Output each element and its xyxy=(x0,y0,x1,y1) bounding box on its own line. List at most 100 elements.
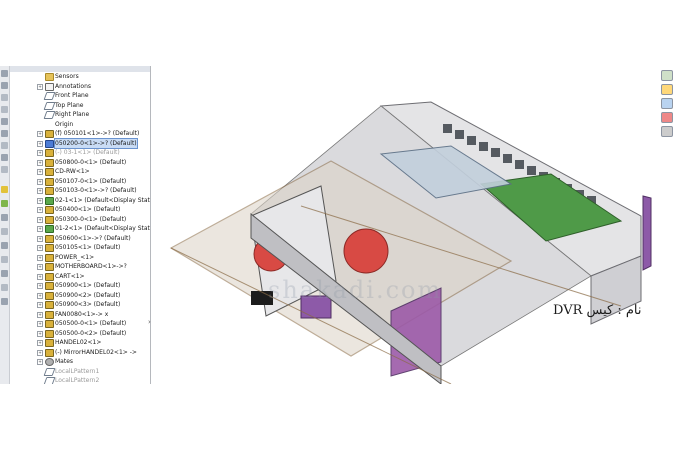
tool-icon[interactable] xyxy=(1,256,8,263)
tree-item-label: LocalLPattern1 xyxy=(55,367,100,375)
folder-icon xyxy=(45,73,54,81)
tool-icon[interactable] xyxy=(1,228,8,235)
tree-item[interactable]: +050500-0<2> (Default) xyxy=(10,329,150,338)
expand-icon[interactable]: + xyxy=(37,292,43,299)
expand-icon[interactable]: + xyxy=(37,216,43,223)
tree-item[interactable]: LocalLPattern1 xyxy=(10,367,150,376)
expand-icon[interactable]: + xyxy=(37,340,43,346)
left-command-strip xyxy=(0,66,10,384)
tool-icon[interactable] xyxy=(1,186,8,193)
tree-item-label: 050103-0<1>->? (Default) xyxy=(55,187,137,194)
display-icon[interactable] xyxy=(661,112,673,123)
part-icon xyxy=(45,215,54,224)
expand-icon[interactable]: + xyxy=(37,197,43,204)
expand-icon[interactable]: + xyxy=(37,349,43,356)
tree-item[interactable]: +02-1<1> (Default<Display State-1>) xyxy=(10,196,150,205)
expand-icon[interactable]: + xyxy=(37,235,43,242)
appearance-icon[interactable] xyxy=(661,84,673,95)
tree-item-label: CD-RW<1> xyxy=(55,168,90,175)
tool-icon[interactable] xyxy=(1,118,8,125)
tree-item[interactable]: +050500-0<1> (Default) xyxy=(10,319,150,328)
tool-icon[interactable] xyxy=(1,130,8,137)
tree-item[interactable]: + FAN0080<1>-> x xyxy=(10,310,150,319)
expand-icon[interactable]: + xyxy=(37,207,43,213)
tree-item[interactable]: LocalLPattern2 xyxy=(10,376,150,384)
tree-item-label: 050400<1> (Default) xyxy=(55,206,121,213)
tree-item[interactable]: +050400<1> (Default) xyxy=(10,205,150,214)
tree-item[interactable]: Top Plane xyxy=(10,101,150,110)
expand-icon[interactable]: + xyxy=(37,140,43,147)
tool-icon[interactable] xyxy=(1,200,8,207)
tool-icon[interactable] xyxy=(1,142,8,149)
expand-icon[interactable]: + xyxy=(37,178,43,185)
tool-icon[interactable] xyxy=(1,82,8,89)
tree-item[interactable]: +050105<1> (Default) xyxy=(10,243,150,252)
tool-icon[interactable] xyxy=(1,94,8,101)
tree-item[interactable]: Sensors xyxy=(10,72,150,81)
tool-icon[interactable] xyxy=(1,70,8,77)
expand-icon[interactable]: + xyxy=(37,188,43,194)
tree-item[interactable]: +050900<3> (Default) xyxy=(10,300,150,309)
tree-item[interactable]: + CD-RW<1> xyxy=(10,167,150,176)
tree-item[interactable]: +050600<1>->? (Default) xyxy=(10,234,150,243)
tree-item[interactable]: +01-2<1> (Default<Display State-1>) xyxy=(10,224,150,233)
expand-icon[interactable]: + xyxy=(37,264,43,270)
tool-icon[interactable] xyxy=(1,166,8,173)
expand-icon[interactable]: + xyxy=(37,283,43,289)
tool-icon[interactable] xyxy=(1,284,8,291)
tree-item-label: POWER_<1> xyxy=(55,253,95,261)
tree-item[interactable]: + (f) 050101<1>->? (Default) xyxy=(10,129,150,138)
tree-item[interactable]: + (-) 03-1<1> (Default) xyxy=(10,148,150,157)
front-fan-right xyxy=(343,228,389,274)
tree-item[interactable]: + Mates xyxy=(10,357,150,366)
feature-manager-tree[interactable]: Sensors + Annotations Front Plane Top Plane R… xyxy=(10,66,151,384)
tree-item-label: 050105<1> (Default) xyxy=(55,244,121,251)
tree-item[interactable]: +050900<1> (Default) xyxy=(10,281,150,290)
expand-icon[interactable]: + xyxy=(37,150,43,156)
tree-item[interactable]: + POWER_<1> xyxy=(10,253,150,262)
expand-icon[interactable]: + xyxy=(37,321,43,327)
expand-icon[interactable]: + xyxy=(37,245,43,251)
tree-item[interactable]: + Annotations xyxy=(10,82,150,91)
tree-item[interactable]: Right Plane xyxy=(10,110,150,119)
expand-icon[interactable]: + xyxy=(37,273,43,280)
expand-icon[interactable]: + xyxy=(37,330,43,337)
tree-item-label: CART<1> xyxy=(55,272,85,280)
tree-item[interactable]: Origin xyxy=(10,120,150,129)
watermark-text: shakadi.com xyxy=(268,276,443,304)
expand-icon[interactable]: + xyxy=(37,159,43,166)
expand-icon[interactable]: + xyxy=(37,359,43,365)
view-palette-icon[interactable] xyxy=(661,70,673,81)
tree-item[interactable]: + CART<1> xyxy=(10,272,150,281)
custom-icon[interactable] xyxy=(661,126,673,137)
tree-item[interactable]: Front Plane xyxy=(10,91,150,100)
expand-icon[interactable]: + xyxy=(37,169,43,175)
expand-icon[interactable]: + xyxy=(37,311,43,318)
tree-item-label: (-) MirrorHANDEL02<1> -> xyxy=(55,348,137,356)
expand-icon[interactable]: + xyxy=(37,131,43,137)
tree-item[interactable]: +050800-0<1> (Default) xyxy=(10,158,150,167)
tool-icon[interactable] xyxy=(1,298,8,305)
expand-icon[interactable]: + xyxy=(37,83,43,90)
tree-item-label: HANDEL02<1> xyxy=(55,339,102,346)
tree-item[interactable]: + (-) MirrorHANDEL02<1> -> xyxy=(10,348,150,357)
tool-icon[interactable] xyxy=(1,214,8,221)
tool-icon[interactable] xyxy=(1,106,8,113)
tree-item[interactable]: +050103-0<1>->? (Default) xyxy=(10,186,150,195)
tree-item-label: (f) 050101<1>->? (Default) xyxy=(55,130,140,137)
tree-item[interactable]: +050200-0<1>->? (Default) xyxy=(10,137,150,149)
tool-icon[interactable] xyxy=(1,154,8,161)
expand-icon[interactable]: + xyxy=(37,254,43,261)
tree-item[interactable]: +050300-0<1> (Default) xyxy=(10,215,150,224)
tool-icon[interactable] xyxy=(1,242,8,249)
tree-item[interactable]: +050900<2> (Default) xyxy=(10,291,150,300)
plane-icon xyxy=(43,377,56,384)
expand-icon[interactable]: + xyxy=(37,302,43,308)
scene-icon[interactable] xyxy=(661,98,673,109)
tree-item[interactable]: +050107-0<1> (Default) xyxy=(10,177,150,186)
expand-icon[interactable]: + xyxy=(37,226,43,232)
tree-item[interactable]: + MOTHERBOARD<1>->? xyxy=(10,262,150,271)
graphics-viewport[interactable] xyxy=(151,66,656,384)
tool-icon[interactable] xyxy=(1,270,8,277)
tree-item[interactable]: + HANDEL02<1> xyxy=(10,338,150,347)
